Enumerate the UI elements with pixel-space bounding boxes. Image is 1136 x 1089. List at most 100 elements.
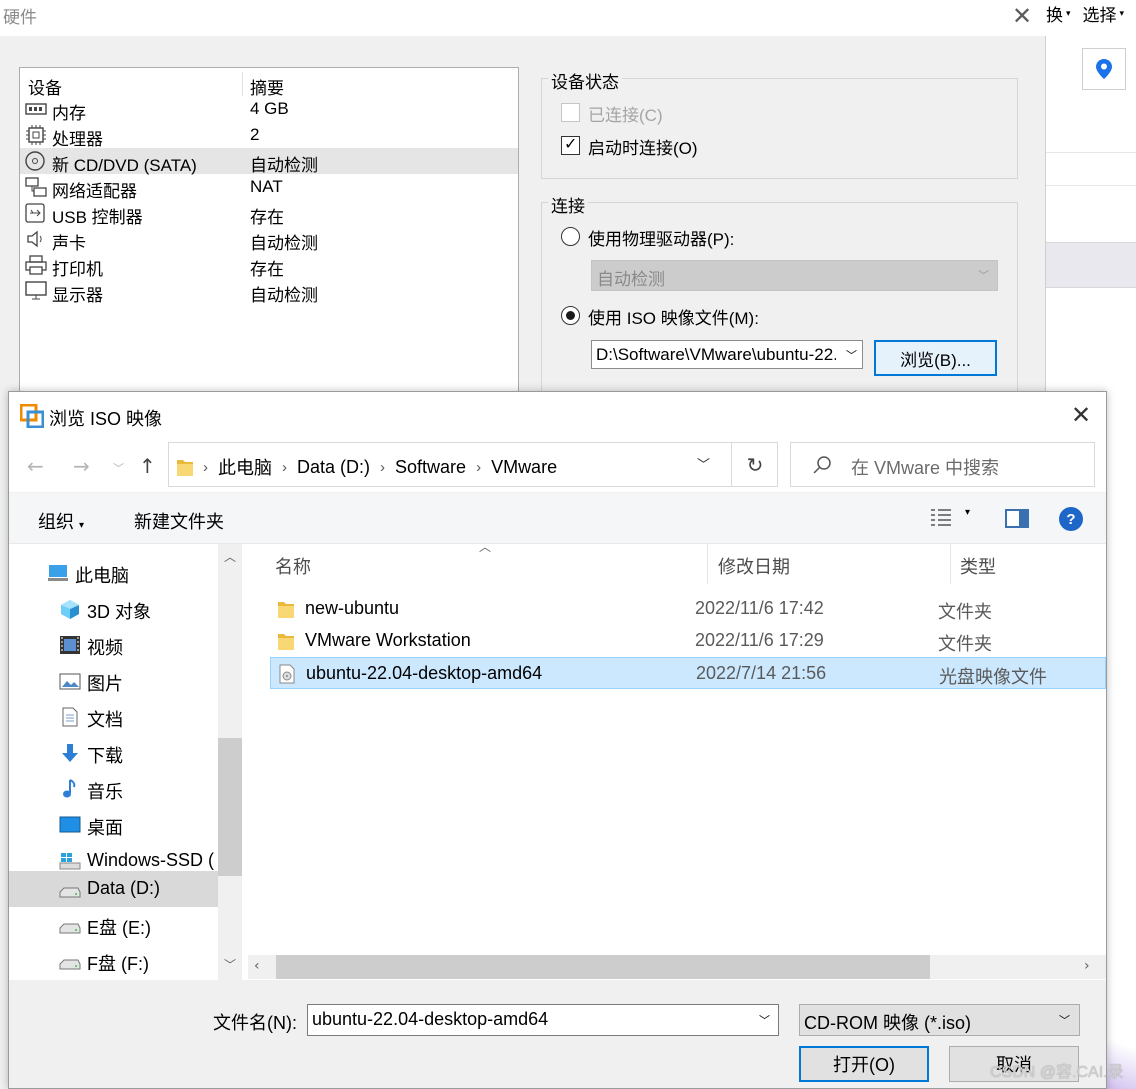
help-icon[interactable]: ? [1059, 507, 1083, 531]
disc-image-icon [279, 664, 295, 684]
device-summary: 自动检测 [250, 286, 318, 305]
breadcrumb-data-drive[interactable]: Data (D:) [297, 457, 370, 478]
chevron-up-icon[interactable]: ︿ [224, 548, 236, 565]
nav-item-pictures[interactable]: 图片 [9, 663, 219, 699]
pictures-icon [59, 673, 81, 690]
chevron-down-icon[interactable]: ﹀ [224, 956, 236, 973]
filetype-select[interactable]: CD-ROM 映像 (*.iso) ﹀ [799, 1004, 1080, 1036]
nav-item-desktop[interactable]: 桌面 [9, 807, 219, 843]
drive-icon [59, 959, 81, 970]
iso-image-radio[interactable] [561, 306, 580, 325]
device-summary: 4 GB [250, 99, 289, 118]
open-button[interactable]: 打开(O) [799, 1046, 929, 1082]
dialog-title: 浏览 ISO 映像 [49, 409, 163, 429]
scrollbar-thumb[interactable] [218, 738, 242, 876]
refresh-icon[interactable]: ↻ [731, 442, 778, 487]
device-row-memory[interactable]: 内存 4 GB [20, 96, 518, 123]
device-name: 新 CD/DVD (SATA) [52, 156, 197, 175]
chevron-down-icon[interactable]: ﹀ [697, 454, 710, 473]
breadcrumb: › 此电脑 › Data (D:) › Software › VMware [177, 454, 557, 480]
breadcrumb-this-pc[interactable]: 此电脑 [218, 454, 272, 480]
name-column-header[interactable]: 名称 [275, 553, 311, 579]
search-box[interactable]: 在 VMware 中搜索 [790, 442, 1095, 487]
breadcrumb-software[interactable]: Software [395, 457, 466, 478]
organize-button[interactable]: 组织 ▾ [38, 508, 84, 534]
device-name: 网络适配器 [52, 182, 137, 201]
browse-iso-dialog: 浏览 ISO 映像 ✕ ← → ﹀ ↑ › 此电脑 › Data (D:) › … [8, 391, 1107, 1089]
iso-path-value: D:\Software\VMware\ubuntu-22.04-desktop-… [596, 345, 836, 364]
file-type: 文件夹 [938, 634, 992, 654]
chevron-down-icon[interactable]: ﹀ [759, 1012, 770, 1028]
windows-drive-icon [59, 853, 81, 870]
file-type: 光盘映像文件 [939, 667, 1047, 687]
file-row-selected[interactable]: ubuntu-22.04-desktop-amd64 2022/7/14 21:… [270, 657, 1106, 689]
cpu-icon [26, 125, 46, 145]
new-folder-button[interactable]: 新建文件夹 [134, 508, 224, 534]
filename-input[interactable]: ubuntu-22.04-desktop-amd64 ﹀ [307, 1004, 779, 1036]
connect-at-power-on-checkbox[interactable]: ✓ [561, 134, 580, 155]
forward-arrow-icon[interactable]: → [73, 454, 90, 478]
nav-item-downloads[interactable]: 下载 [9, 735, 219, 771]
device-summary: 存在 [250, 208, 284, 227]
device-summary: 自动检测 [250, 156, 318, 175]
downloads-icon [62, 744, 78, 762]
nav-item-data-drive[interactable]: Data (D:) [9, 871, 219, 907]
printer-icon [25, 255, 47, 275]
close-icon[interactable]: ✕ [1071, 401, 1091, 429]
location-pin-button[interactable] [1082, 48, 1126, 90]
scrollbar-thumb[interactable] [276, 955, 930, 979]
background-menu-item-switch[interactable]: 换 ▾ [1046, 0, 1071, 26]
nav-item-f-drive[interactable]: F盘 (F:) [9, 943, 219, 979]
file-date: 2022/11/6 17:42 [695, 598, 824, 618]
device-row-usb[interactable]: USB 控制器 存在 [20, 200, 518, 227]
horizontal-scrollbar[interactable]: ‹ › [248, 955, 1106, 979]
physical-drive-radio[interactable] [561, 227, 580, 246]
preview-pane-icon[interactable] [1005, 509, 1029, 528]
column-divider[interactable] [242, 72, 243, 96]
device-row-display[interactable]: 显示器 自动检测 [20, 278, 518, 305]
checkmark-icon: ✓ [564, 134, 578, 153]
device-row-network[interactable]: 网络适配器 NAT [20, 174, 518, 201]
nav-item-e-drive[interactable]: E盘 (E:) [9, 907, 219, 943]
nav-item-documents[interactable]: 文档 [9, 699, 219, 735]
navigation-pane: 此电脑 3D 对象 视频 图片 文档 下载 音乐 桌面 Windows-SSD … [9, 544, 244, 980]
connected-checkbox[interactable] [561, 103, 580, 122]
type-column-header[interactable]: 类型 [960, 553, 996, 579]
folder-icon [278, 602, 294, 618]
chevron-down-icon: ﹀ [846, 350, 857, 362]
back-arrow-icon[interactable]: ← [27, 454, 44, 478]
nav-item-music[interactable]: 音乐 [9, 771, 219, 807]
device-row-processor[interactable]: 处理器 2 [20, 122, 518, 149]
address-bar[interactable]: › 此电脑 › Data (D:) › Software › VMware ﹀ … [168, 442, 778, 487]
chevron-right-icon[interactable]: › [1084, 958, 1090, 974]
file-row[interactable]: new-ubuntu 2022/11/6 17:42 文件夹 [270, 593, 1106, 625]
background-menu-item-select[interactable]: 选择 ▾ [1083, 0, 1125, 26]
device-name: 打印机 [52, 260, 103, 279]
filename-label: 文件名(N): [213, 1013, 297, 1033]
nav-item-3d-objects[interactable]: 3D 对象 [9, 591, 219, 627]
music-icon [63, 779, 76, 798]
column-divider[interactable] [707, 544, 708, 584]
device-row-cd-dvd[interactable]: 新 CD/DVD (SATA) 自动检测 [20, 148, 518, 175]
navigation-scrollbar[interactable]: ︿ ﹀ [218, 544, 242, 980]
device-row-printer[interactable]: 打印机 存在 [20, 252, 518, 279]
breadcrumb-vmware[interactable]: VMware [491, 457, 557, 478]
device-row-sound[interactable]: 声卡 自动检测 [20, 226, 518, 253]
nav-item-this-pc[interactable]: 此电脑 [9, 555, 219, 591]
file-row[interactable]: VMware Workstation 2022/11/6 17:29 文件夹 [270, 625, 1106, 657]
device-summary: 2 [250, 125, 260, 144]
up-arrow-icon[interactable]: ↑ [139, 454, 156, 478]
browse-button[interactable]: 浏览(B)... [874, 340, 997, 376]
date-column-header[interactable]: 修改日期 [718, 553, 790, 579]
view-options-icon[interactable] [929, 507, 953, 529]
command-bar: 组织 ▾ 新建文件夹 ▾ ? [9, 492, 1106, 544]
physical-drive-select[interactable]: 自动检测 ﹀ [591, 260, 998, 291]
iso-path-combobox[interactable]: D:\Software\VMware\ubuntu-22.04-desktop-… [591, 340, 863, 369]
recent-locations-icon[interactable]: ﹀ [113, 460, 124, 476]
column-divider[interactable] [950, 544, 951, 584]
close-icon[interactable]: ✕ [1012, 2, 1032, 30]
nav-item-videos[interactable]: 视频 [9, 627, 219, 663]
chevron-left-icon[interactable]: ‹ [254, 958, 260, 974]
chevron-down-icon: ▾ [79, 520, 85, 531]
chevron-down-icon[interactable]: ▾ [965, 507, 970, 518]
